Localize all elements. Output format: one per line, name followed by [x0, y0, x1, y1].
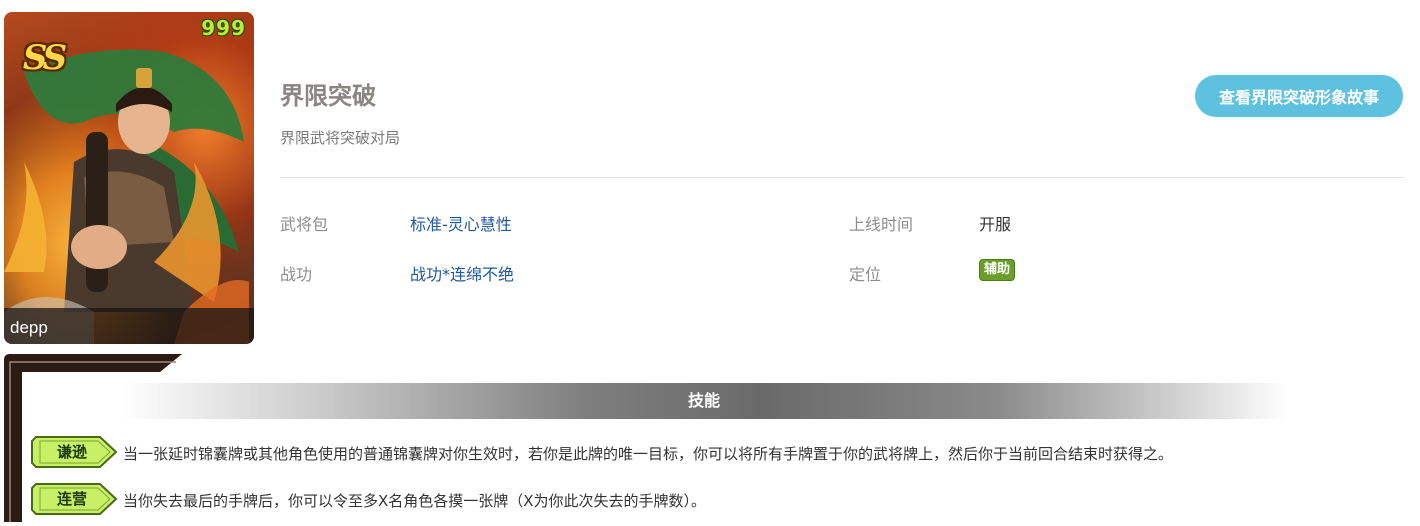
skill-name[interactable]: 谦逊: [38, 435, 106, 469]
pack-link[interactable]: 标准-灵心慧性: [410, 211, 512, 235]
view-story-button[interactable]: 查看界限突破形象故事: [1195, 75, 1403, 117]
skills-header: 技能: [120, 383, 1288, 419]
level-badge: 999: [201, 16, 246, 40]
skill-row: 谦逊 当一张延时锦囊牌或其他角色使用的普通锦囊牌对你生效时，若你是此牌的唯一目标…: [30, 435, 1410, 469]
role-label: 定位: [849, 265, 882, 284]
merit-link[interactable]: 战功*连绵不绝: [410, 261, 514, 285]
skill-description: 当一张延时锦囊牌或其他角色使用的普通锦囊牌对你生效时，若你是此牌的唯一目标，你可…: [123, 445, 1174, 463]
merit-label: 战功: [280, 265, 313, 284]
skills-header-title: 技能: [687, 391, 720, 410]
tier-badge: SS: [22, 38, 67, 78]
release-label: 上线时间: [849, 215, 914, 234]
pack-label: 武将包: [280, 215, 329, 234]
page-title: 界限突破: [280, 82, 376, 110]
release-value: 开服: [979, 215, 1012, 234]
hero-portrait[interactable]: SS 999 depp: [4, 12, 254, 344]
divider: [280, 177, 1404, 178]
skill-row: 连营 当你失去最后的手牌后，你可以令至多X名角色各摸一张牌（X为你此次失去的手牌…: [30, 482, 1410, 516]
page-subtitle: 界限武将突破对局: [280, 129, 401, 147]
skill-name[interactable]: 连营: [38, 482, 106, 516]
player-name: depp: [10, 318, 48, 337]
skill-description: 当你失去最后的手牌后，你可以令至多X名角色各摸一张牌（X为你此次失去的手牌数）。: [123, 492, 707, 510]
role-badge: 辅助: [979, 259, 1016, 281]
